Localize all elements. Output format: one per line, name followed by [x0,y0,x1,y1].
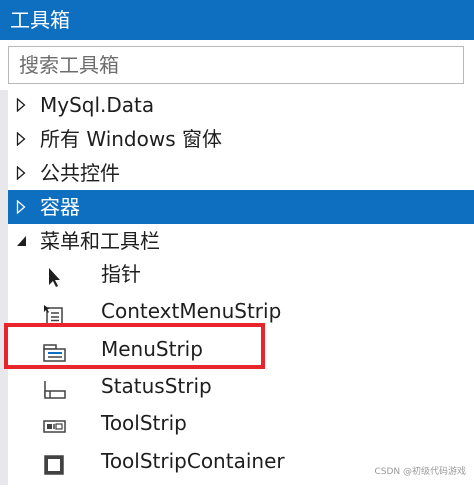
tool-strip-icon [42,413,66,435]
category-all-windows-forms[interactable]: 所有 Windows 窗体 [8,122,474,156]
category-common-controls[interactable]: 公共控件 [8,156,474,190]
collapsed-arrow-icon[interactable] [16,122,32,156]
tree-gutter [0,90,8,485]
collapsed-arrow-icon[interactable] [16,156,32,190]
tool-strip-container-icon [42,451,66,475]
toolbox-title-bar: 工具箱 [0,0,474,40]
tool-item-tool-strip[interactable]: ToolStrip [8,405,474,442]
watermark: CSDN @初级代码游戏 [374,467,466,477]
tool-item-label: StatusStrip [101,374,212,398]
context-menu-strip-icon [42,301,66,325]
tool-item-label: ToolStripContainer [101,449,285,473]
tool-item-label: ToolStrip [101,411,187,435]
collapsed-arrow-icon[interactable] [16,190,32,224]
category-containers[interactable]: 容器 [8,190,474,224]
category-label: MySql.Data [40,93,155,117]
tool-item-status-strip[interactable]: StatusStrip [8,368,474,405]
toolbox-title: 工具箱 [10,8,70,32]
category-mysql-data[interactable]: MySql.Data [8,88,474,122]
expanded-arrow-icon[interactable] [16,224,32,258]
collapsed-arrow-icon[interactable] [16,88,32,122]
tool-item-pointer[interactable]: 指针 [8,256,474,293]
annotation-highlight-box [4,323,265,369]
category-label: 公共控件 [40,161,120,185]
category-label: 所有 Windows 窗体 [40,127,222,151]
search-input[interactable] [9,47,463,83]
pointer-icon [42,264,66,287]
category-menus-toolbars[interactable]: 菜单和工具栏 [8,224,474,258]
category-label: 容器 [40,195,80,219]
search-box[interactable] [8,46,464,84]
category-label: 菜单和工具栏 [40,229,160,253]
status-strip-icon [42,376,66,399]
tool-item-label: 指针 [101,262,141,286]
